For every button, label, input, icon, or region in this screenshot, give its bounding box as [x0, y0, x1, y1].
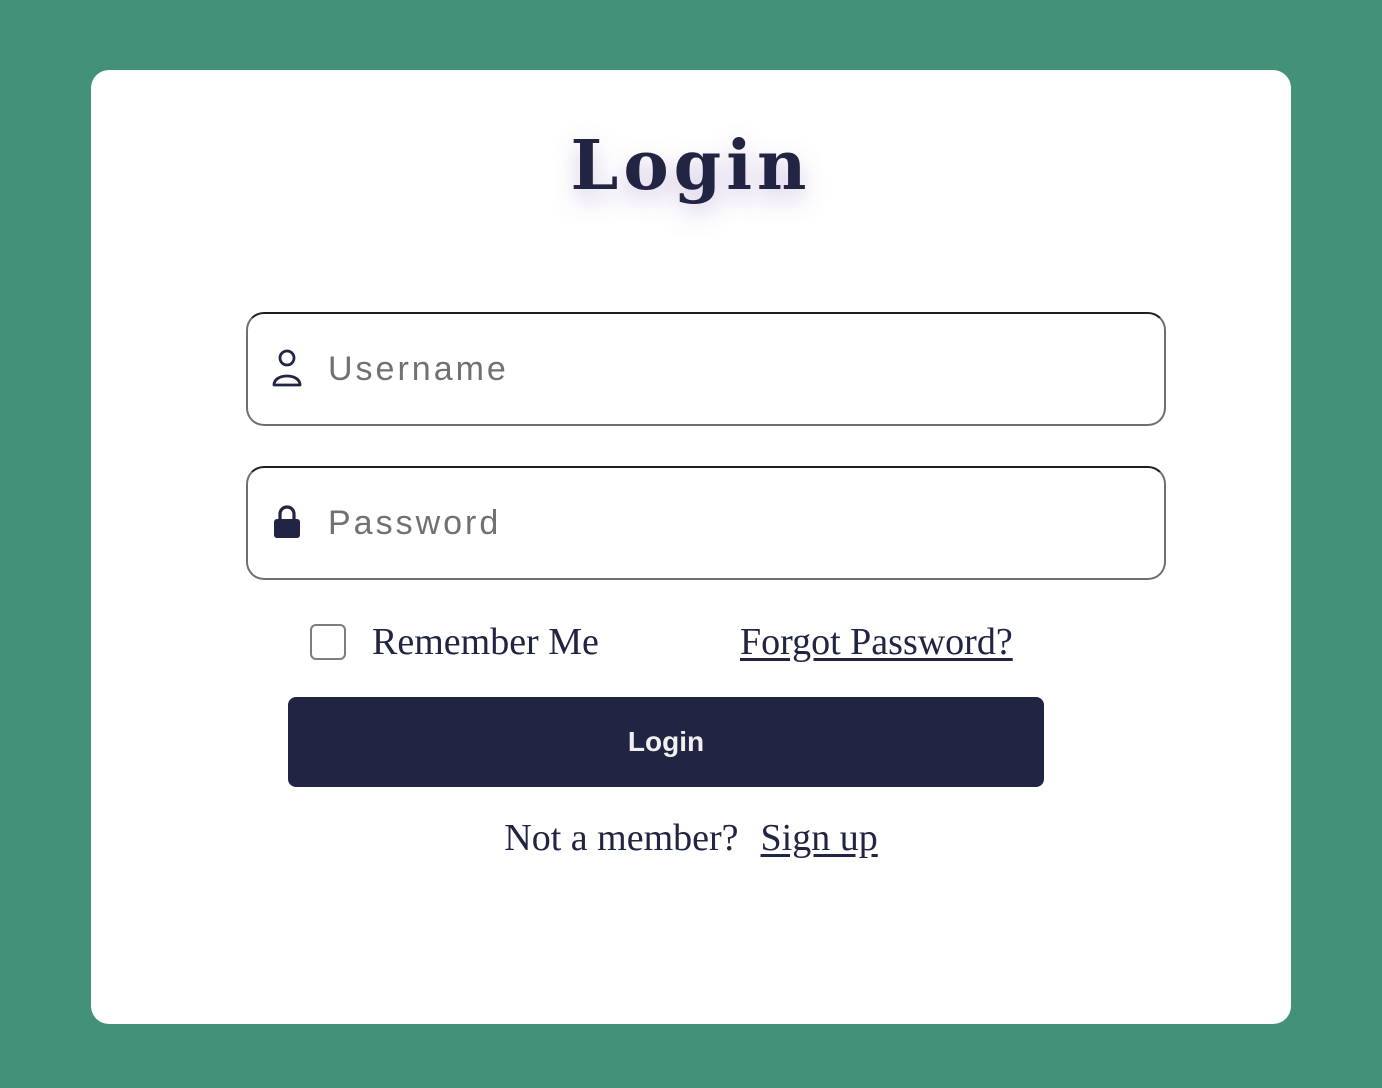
- page-title: Login: [570, 126, 812, 206]
- remember-me-label[interactable]: Remember Me: [372, 618, 599, 666]
- forgot-password-link[interactable]: Forgot Password?: [740, 618, 1013, 666]
- remember-me-checkbox[interactable]: [310, 624, 346, 660]
- password-input[interactable]: [328, 468, 1148, 578]
- lock-icon: [274, 505, 300, 538]
- username-input[interactable]: [328, 314, 1148, 424]
- user-icon: [272, 349, 302, 387]
- signup-row: Not a member? Sign up: [0, 814, 1382, 862]
- signup-link[interactable]: Sign up: [761, 817, 878, 859]
- password-field[interactable]: [246, 466, 1166, 580]
- login-button[interactable]: Login: [288, 697, 1044, 787]
- username-field[interactable]: [246, 312, 1166, 426]
- signup-prompt: Not a member?: [504, 817, 739, 859]
